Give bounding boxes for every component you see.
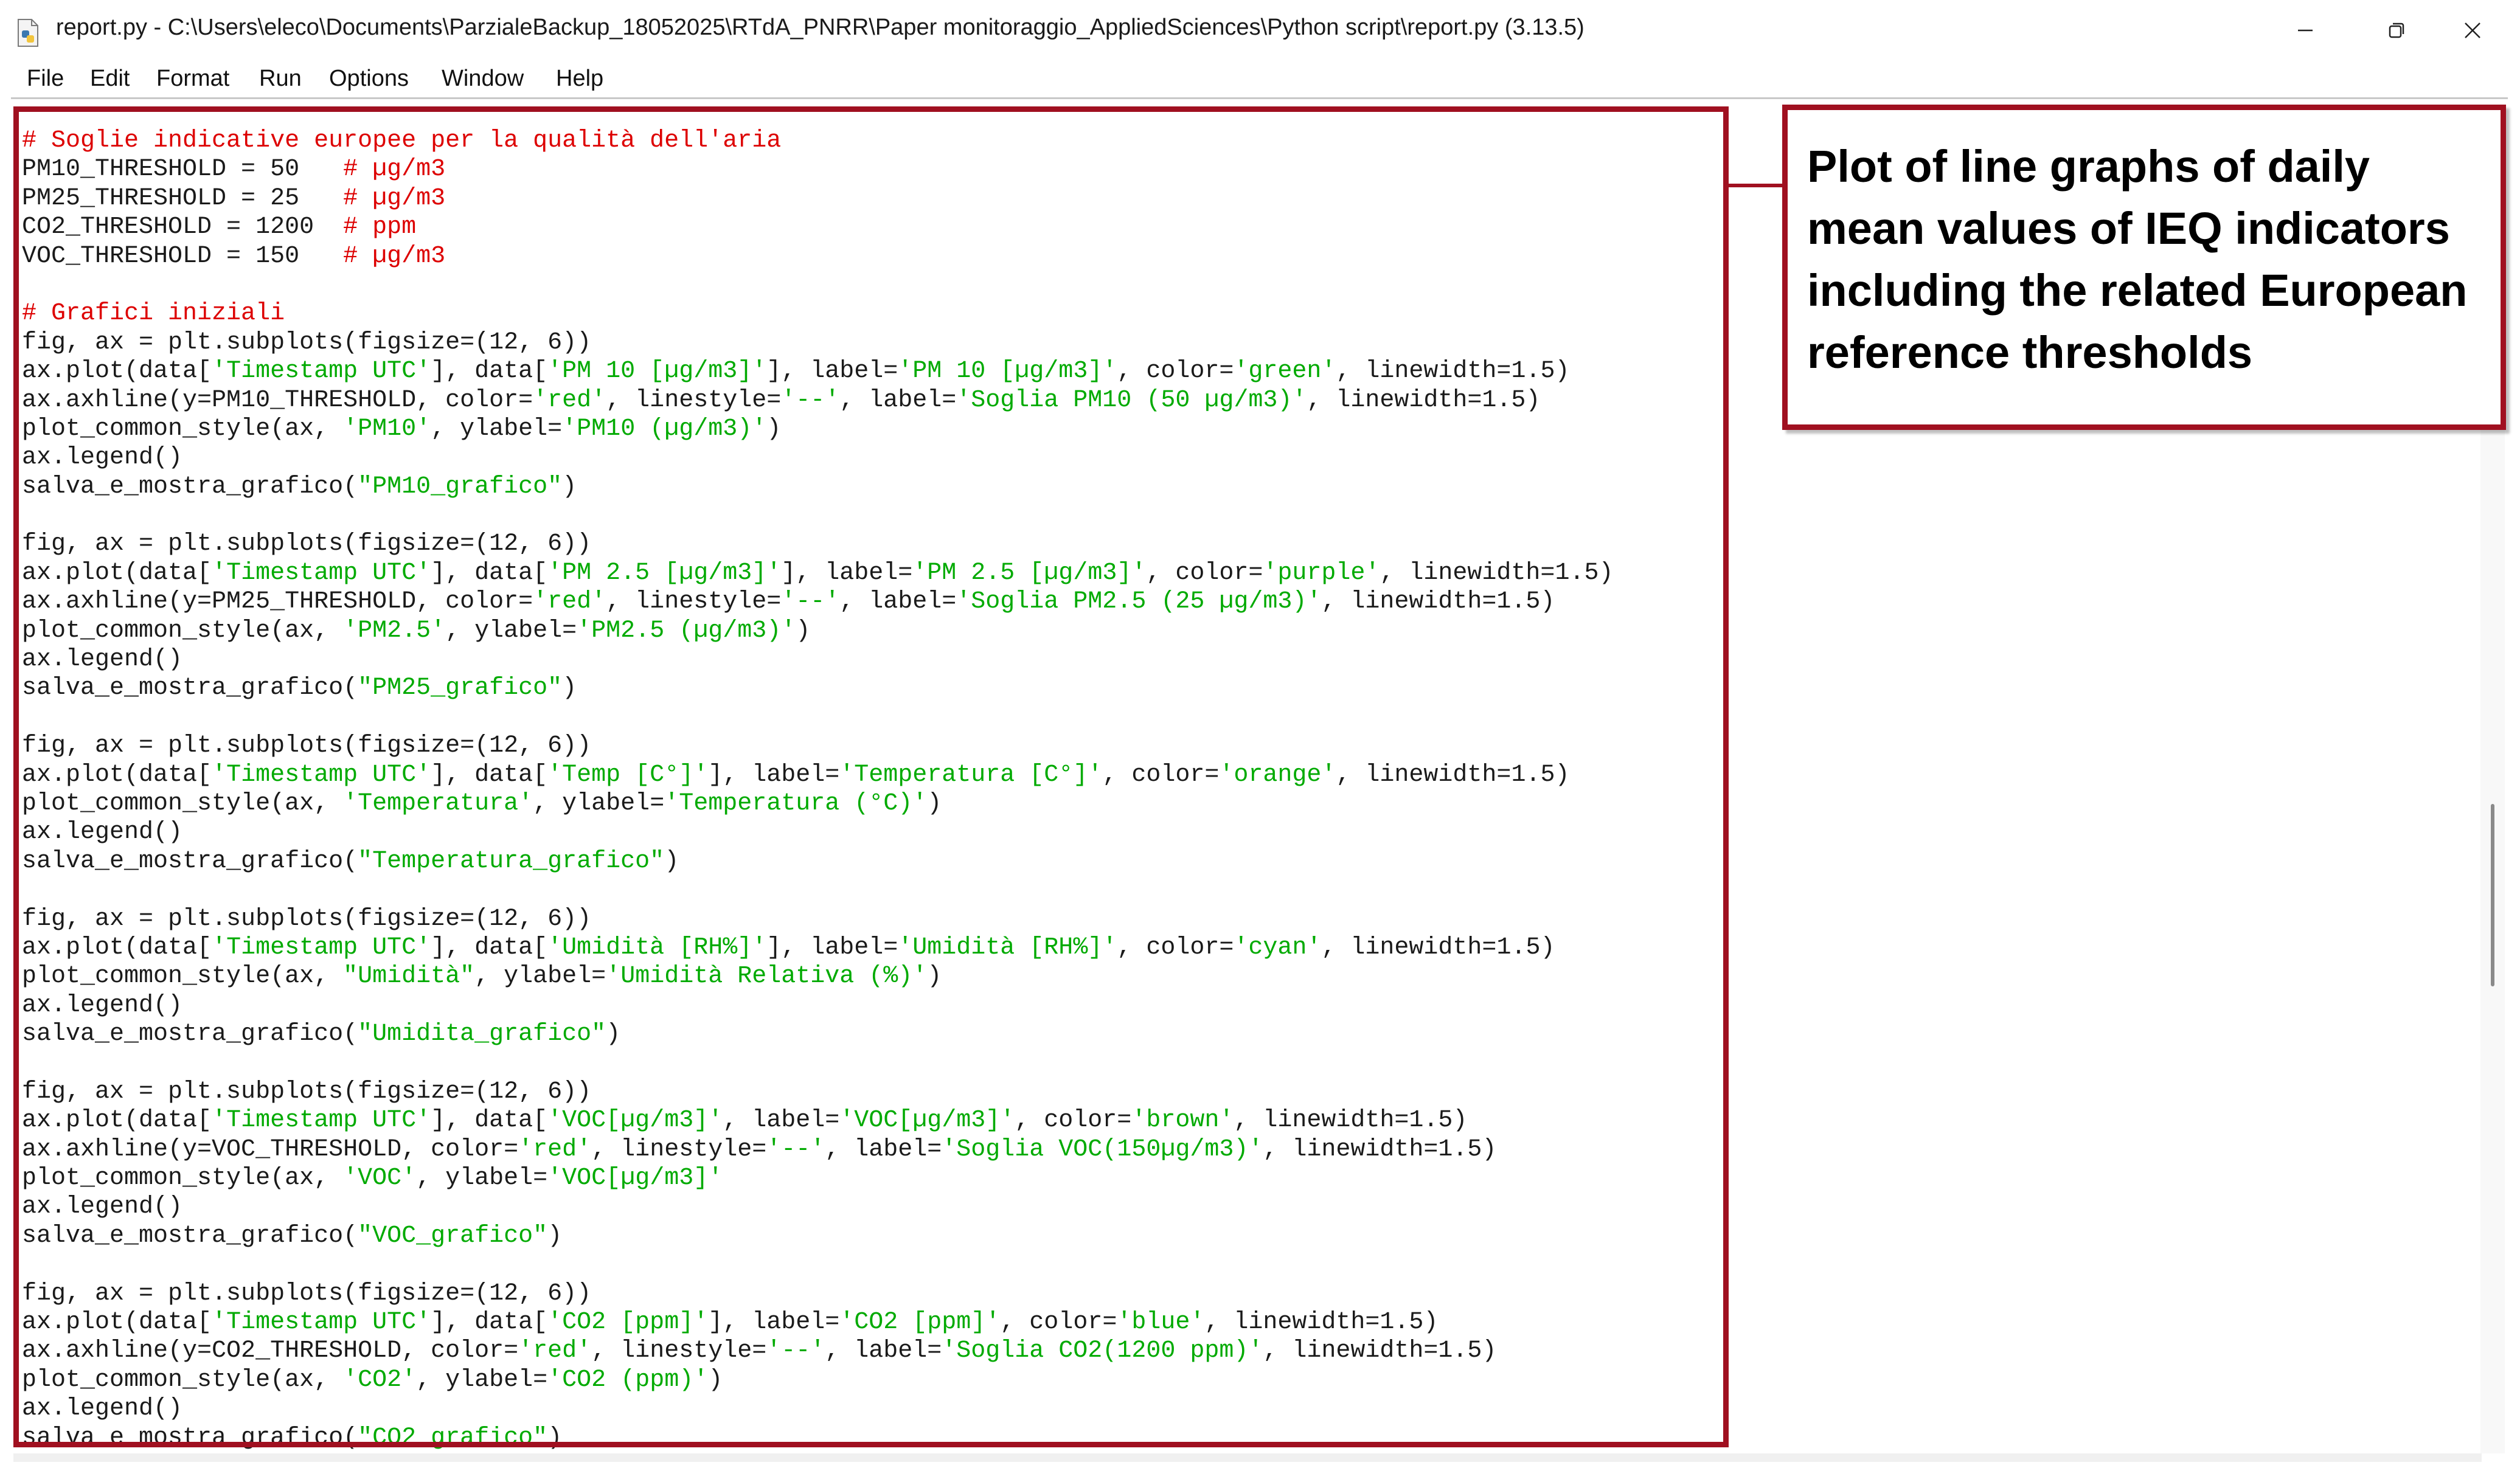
callout-connector [1729, 184, 1782, 187]
menu-file[interactable]: File [27, 66, 64, 92]
annotation-callout: Plot of line graphs of daily mean values… [1782, 105, 2506, 430]
close-icon [2465, 23, 2480, 38]
python-file-icon [13, 18, 43, 47]
menu-window[interactable]: Window [442, 66, 524, 92]
window-title: report.py - C:\Users\eleco\Documents\Par… [56, 15, 1585, 40]
title-bar: report.py - C:\Users\eleco\Documents\Par… [0, 0, 2520, 61]
minimize-button[interactable] [2260, 0, 2351, 61]
horizontal-scrollbar[interactable] [13, 1453, 2482, 1462]
code-highlight-box [13, 106, 1729, 1447]
callout-text: Plot of line graphs of daily mean values… [1807, 141, 2468, 378]
menu-edit[interactable]: Edit [90, 66, 130, 92]
restore-icon [2389, 23, 2404, 38]
menu-options[interactable]: Options [329, 66, 409, 92]
menu-format[interactable]: Format [156, 66, 229, 92]
close-button[interactable] [2427, 0, 2518, 61]
scrollbar-thumb[interactable] [2491, 804, 2494, 986]
minimize-icon [2298, 29, 2313, 32]
menu-divider [11, 97, 2508, 99]
menu-help[interactable]: Help [556, 66, 603, 92]
menu-run[interactable]: Run [259, 66, 302, 92]
menu-bar: File Edit Format Run Options Window Help [0, 61, 2520, 100]
